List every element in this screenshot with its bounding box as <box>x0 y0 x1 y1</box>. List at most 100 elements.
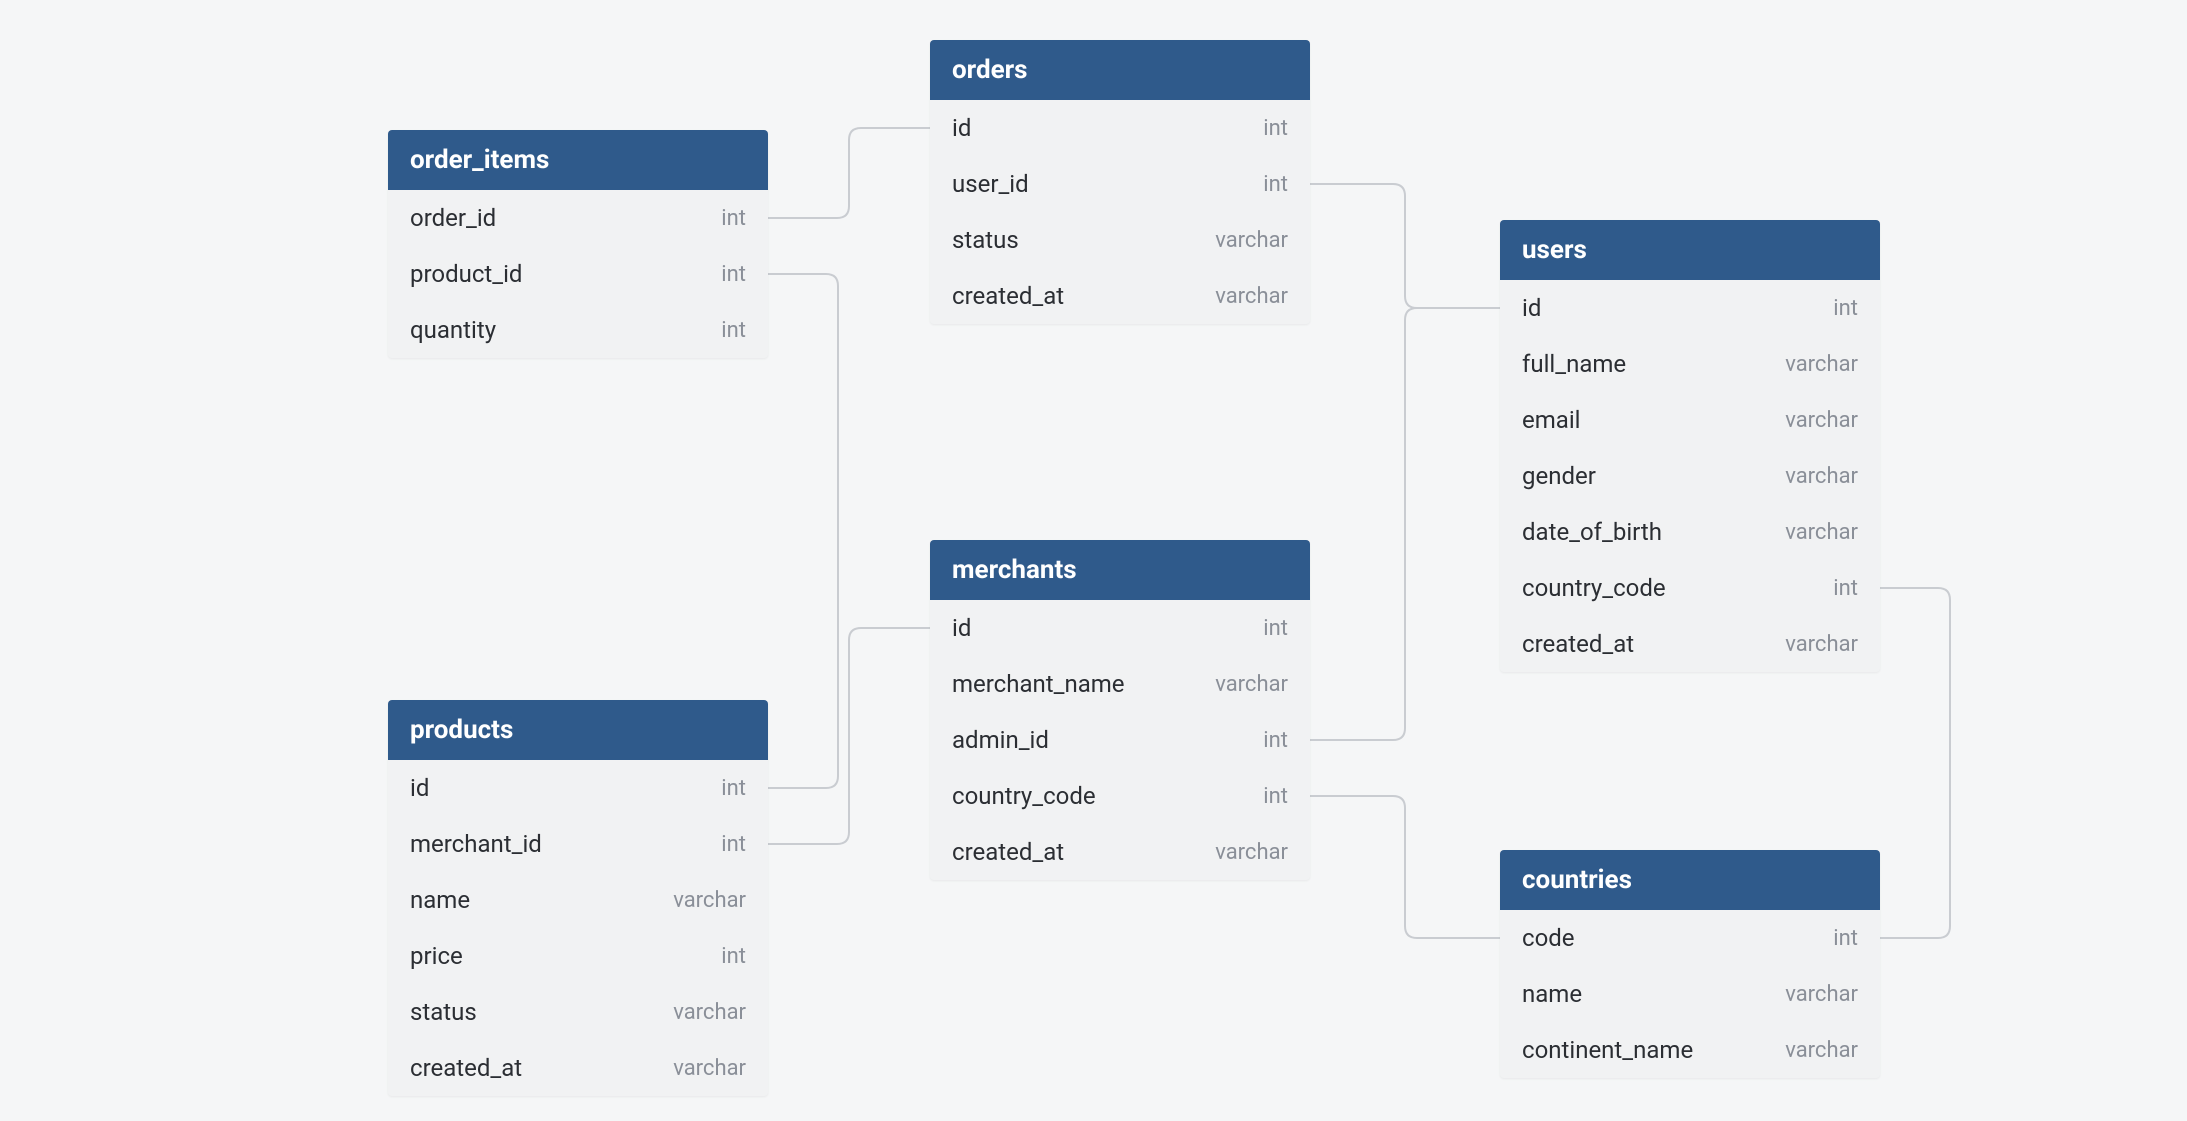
column-type: varchar <box>673 1000 746 1025</box>
column-name: price <box>410 942 463 970</box>
column-name: id <box>1522 294 1541 322</box>
column-name: full_name <box>1522 350 1626 378</box>
column-name: country_code <box>1522 574 1666 602</box>
column-name: merchant_id <box>410 830 542 858</box>
column-type: varchar <box>1215 672 1288 697</box>
column-type: varchar <box>1785 1038 1858 1063</box>
relation-connector <box>768 274 838 788</box>
column-name: created_at <box>410 1054 522 1082</box>
column-type: varchar <box>1785 408 1858 433</box>
column-row[interactable]: country_code int <box>930 768 1310 824</box>
column-name: email <box>1522 406 1581 434</box>
column-row[interactable]: status varchar <box>930 212 1310 268</box>
column-row[interactable]: product_id int <box>388 246 768 302</box>
table-merchants[interactable]: merchantsidintmerchant_namevarcharadmin_… <box>930 540 1310 880</box>
column-row[interactable]: status varchar <box>388 984 768 1040</box>
column-name: id <box>952 114 971 142</box>
column-row[interactable]: created_atvarchar <box>930 824 1310 880</box>
column-row[interactable]: full_name varchar <box>1500 336 1880 392</box>
relation-connector <box>1310 184 1500 308</box>
column-type: int <box>721 262 746 287</box>
table-order_items[interactable]: order_itemsorder_idintproduct_idintquant… <box>388 130 768 358</box>
column-row[interactable]: date_of_birth varchar <box>1500 504 1880 560</box>
column-row[interactable]: id int <box>1500 280 1880 336</box>
column-row[interactable]: continent_name varchar <box>1500 1022 1880 1078</box>
table-header[interactable]: order_items <box>388 130 768 190</box>
column-type: varchar <box>673 1056 746 1081</box>
column-row[interactable]: country_code int <box>1500 560 1880 616</box>
column-row[interactable]: merchant_name varchar <box>930 656 1310 712</box>
table-header[interactable]: users <box>1500 220 1880 280</box>
column-row[interactable]: gender varchar <box>1500 448 1880 504</box>
column-row[interactable]: name varchar <box>388 872 768 928</box>
column-type: varchar <box>1785 352 1858 377</box>
column-name: id <box>410 774 429 802</box>
column-name: gender <box>1522 462 1596 490</box>
table-users[interactable]: usersidintfull_namevarcharemailvarcharge… <box>1500 220 1880 672</box>
column-row[interactable]: merchant_id int <box>388 816 768 872</box>
column-row[interactable]: id int <box>930 600 1310 656</box>
table-countries[interactable]: countriescodeintnamevarcharcontinent_nam… <box>1500 850 1880 1078</box>
column-row[interactable]: id int <box>930 100 1310 156</box>
column-name: quantity <box>410 316 496 344</box>
column-name: status <box>410 998 477 1026</box>
column-type: int <box>1263 616 1288 641</box>
column-row[interactable]: user_id int <box>930 156 1310 212</box>
column-type: varchar <box>1785 982 1858 1007</box>
column-name: merchant_name <box>952 670 1125 698</box>
column-type: int <box>721 206 746 231</box>
column-type: int <box>1833 576 1858 601</box>
column-name: product_id <box>410 260 522 288</box>
column-type: varchar <box>1215 228 1288 253</box>
column-type: int <box>721 832 746 857</box>
column-row[interactable]: price int <box>388 928 768 984</box>
column-row[interactable]: order_id int <box>388 190 768 246</box>
column-type: int <box>721 318 746 343</box>
column-name: user_id <box>952 170 1029 198</box>
column-type: varchar <box>1785 632 1858 657</box>
column-name: created_at <box>952 282 1064 310</box>
column-row[interactable]: created_at varchar <box>388 1040 768 1096</box>
column-type: int <box>1833 296 1858 321</box>
column-type: varchar <box>1785 464 1858 489</box>
table-header[interactable]: products <box>388 700 768 760</box>
relation-connector <box>768 628 930 844</box>
column-name: code <box>1522 924 1575 952</box>
column-row[interactable]: id int <box>388 760 768 816</box>
column-type: int <box>1263 172 1288 197</box>
column-type: varchar <box>673 888 746 913</box>
column-name: continent_name <box>1522 1036 1693 1064</box>
column-row[interactable]: admin_id int <box>930 712 1310 768</box>
column-name: country_code <box>952 782 1096 810</box>
column-row[interactable]: quantity int <box>388 302 768 358</box>
column-row[interactable]: name varchar <box>1500 966 1880 1022</box>
column-type: varchar <box>1215 284 1288 309</box>
column-row[interactable]: created_atvarchar <box>1500 616 1880 672</box>
column-type: int <box>1263 728 1288 753</box>
column-name: order_id <box>410 204 496 232</box>
column-type: int <box>721 776 746 801</box>
relation-connector <box>1880 588 1950 938</box>
column-type: varchar <box>1215 840 1288 865</box>
table-products[interactable]: productsidintmerchant_idintnamevarcharpr… <box>388 700 768 1096</box>
column-name: id <box>952 614 971 642</box>
table-header[interactable]: countries <box>1500 850 1880 910</box>
column-row[interactable]: email varchar <box>1500 392 1880 448</box>
column-type: int <box>721 944 746 969</box>
column-row[interactable]: created_at varchar <box>930 268 1310 324</box>
column-name: admin_id <box>952 726 1049 754</box>
column-type: int <box>1263 116 1288 141</box>
column-type: int <box>1833 926 1858 951</box>
column-type: int <box>1263 784 1288 809</box>
column-row[interactable]: code int <box>1500 910 1880 966</box>
column-name: name <box>1522 980 1582 1008</box>
table-header[interactable]: orders <box>930 40 1310 100</box>
table-header[interactable]: merchants <box>930 540 1310 600</box>
relation-connector <box>1310 308 1500 740</box>
column-name: date_of_birth <box>1522 518 1662 546</box>
column-name: name <box>410 886 470 914</box>
table-orders[interactable]: ordersidintuser_idintstatusvarcharcreate… <box>930 40 1310 324</box>
column-name: status <box>952 226 1019 254</box>
column-type: varchar <box>1785 520 1858 545</box>
relation-connector <box>768 128 930 218</box>
